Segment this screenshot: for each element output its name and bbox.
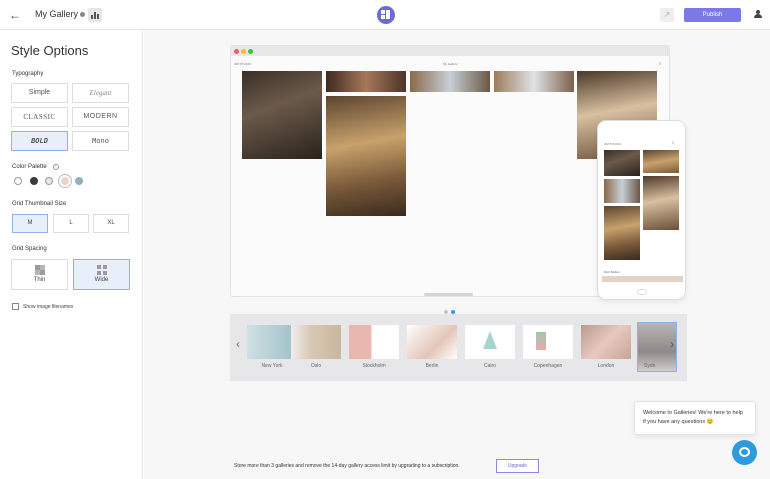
gallery-title[interactable]: My Gallery bbox=[35, 9, 86, 19]
size-option-m[interactable]: M bbox=[12, 214, 48, 233]
upgrade-button[interactable]: Upgrade bbox=[496, 459, 539, 473]
wide-grid-icon bbox=[96, 265, 107, 275]
phone-home-button bbox=[637, 289, 647, 295]
top-bar: ← My Gallery ↗ Publish bbox=[0, 0, 770, 30]
show-filenames-label: Show image filenames bbox=[23, 304, 74, 310]
mobile-menu-icon[interactable]: ≡ bbox=[672, 140, 674, 145]
back-arrow-icon[interactable]: ← bbox=[9, 8, 21, 22]
swatch-white[interactable] bbox=[14, 177, 22, 185]
share-icon[interactable]: ↗ bbox=[660, 8, 674, 22]
swatch-light-gray[interactable] bbox=[45, 177, 53, 185]
font-option-simple[interactable]: Simple bbox=[11, 83, 68, 103]
mobile-preview: JIM STUDIO ≡ Rich Mullan bbox=[597, 120, 686, 300]
template-label: Sydn bbox=[644, 363, 656, 369]
upgrade-footer: Store more than 3 galleries and remove t… bbox=[0, 451, 770, 479]
template-label: Cairo bbox=[484, 363, 496, 369]
chat-popup[interactable]: Welcome to Galleries! We're here to help… bbox=[634, 401, 756, 435]
gallery-photo[interactable] bbox=[326, 71, 406, 92]
template-carousel: ‹ New York Oslo Stockholm Berlin Cairo C… bbox=[230, 314, 687, 381]
gallery-photo-dancer[interactable] bbox=[326, 96, 406, 216]
thumbnail-size-label: Grid Thumbnail Size bbox=[12, 201, 67, 207]
template-label: London bbox=[597, 363, 615, 369]
gallery-photo[interactable] bbox=[242, 71, 322, 159]
grid-spacing-label: Grid Spacing bbox=[12, 246, 47, 252]
mobile-footer-bar bbox=[602, 276, 683, 282]
font-option-elegant[interactable]: Elegant bbox=[72, 83, 129, 103]
menu-icon[interactable]: ≡ bbox=[659, 61, 661, 66]
size-option-l[interactable]: L bbox=[53, 214, 89, 233]
publish-button[interactable]: Publish bbox=[684, 8, 741, 22]
gallery-photo[interactable] bbox=[410, 71, 490, 92]
mobile-photo bbox=[643, 150, 679, 173]
template-label: Oslo bbox=[310, 363, 322, 369]
swatch-teal[interactable] bbox=[75, 177, 83, 185]
upgrade-notice: Store more than 3 galleries and remove t… bbox=[234, 463, 460, 469]
mobile-photo bbox=[604, 206, 640, 260]
template-label: Copenhagen bbox=[533, 363, 563, 369]
app-logo bbox=[377, 6, 395, 24]
font-option-classic[interactable]: CLASSIC bbox=[11, 107, 68, 127]
template-label: Berlin bbox=[425, 363, 439, 369]
template-thumb-london[interactable] bbox=[581, 325, 631, 359]
template-thumb-copenhagen[interactable] bbox=[523, 325, 573, 359]
thin-grid-icon bbox=[34, 265, 45, 275]
status-dot-icon bbox=[80, 12, 86, 18]
font-option-mono[interactable]: Mono bbox=[72, 131, 129, 151]
browser-bar bbox=[231, 46, 669, 56]
color-palette-label: Color Palette bbox=[12, 164, 47, 170]
gallery-photo[interactable] bbox=[494, 71, 574, 92]
carousel-prev-icon[interactable]: ‹ bbox=[236, 337, 240, 351]
mobile-photo bbox=[643, 176, 679, 230]
template-label: Stockholm bbox=[362, 363, 386, 369]
size-option-xl[interactable]: XL bbox=[93, 214, 129, 233]
template-thumb-berlin[interactable] bbox=[407, 325, 457, 359]
mobile-photo bbox=[604, 150, 640, 176]
template-thumb-cairo[interactable] bbox=[465, 325, 515, 359]
mobile-photo bbox=[604, 179, 640, 203]
scroll-indicator bbox=[424, 293, 473, 296]
chat-bubble-icon[interactable] bbox=[732, 440, 757, 465]
template-thumb-oslo[interactable] bbox=[291, 325, 341, 359]
sidebar-title: Style Options bbox=[11, 43, 89, 58]
swatch-dark[interactable] bbox=[30, 177, 38, 185]
style-options-sidebar: Style Options Typography Simple Elegant … bbox=[0, 30, 143, 479]
template-thumb-new-york[interactable] bbox=[247, 325, 297, 359]
carousel-next-icon[interactable]: › bbox=[670, 337, 674, 351]
font-option-bold[interactable]: BOLD bbox=[11, 131, 68, 151]
typography-label: Typography bbox=[12, 71, 44, 77]
show-filenames-checkbox[interactable] bbox=[12, 303, 19, 310]
spacing-option-thin[interactable]: Thin bbox=[11, 259, 68, 290]
preview-header: JIM STUDIO My Gallery ≡ bbox=[234, 61, 662, 66]
spacing-option-wide[interactable]: Wide bbox=[73, 259, 130, 290]
font-option-modern[interactable]: MODERN bbox=[72, 107, 129, 127]
user-icon[interactable] bbox=[754, 10, 762, 19]
template-thumb-stockholm[interactable] bbox=[349, 325, 399, 359]
swatch-beige-selected[interactable] bbox=[59, 175, 71, 187]
info-icon[interactable]: i bbox=[53, 164, 59, 170]
stats-icon[interactable] bbox=[88, 8, 102, 22]
